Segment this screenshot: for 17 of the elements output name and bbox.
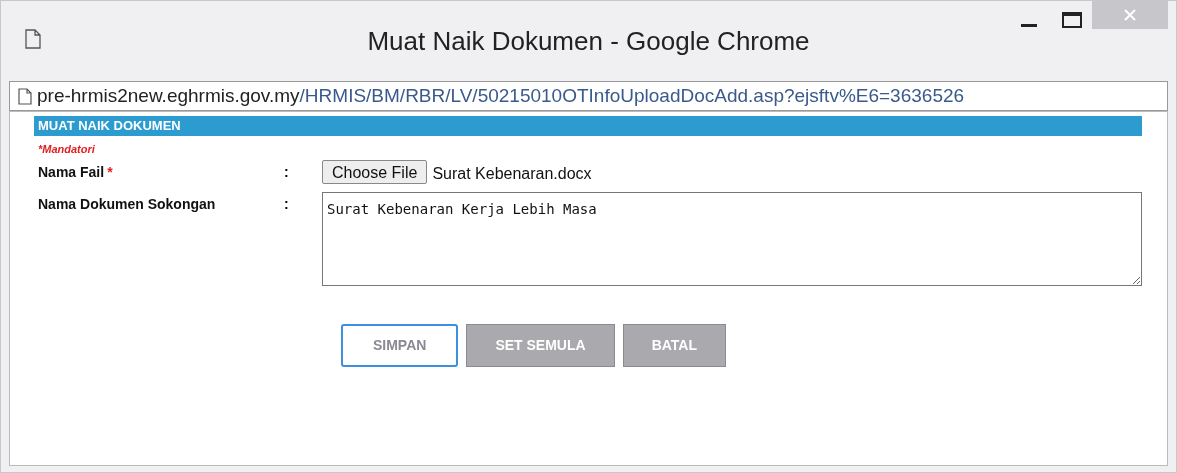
mandatory-note: *Mandatori [38, 142, 96, 157]
field-label: Nama Dokumen Sokongan [38, 195, 216, 212]
required-mark: * [107, 163, 113, 180]
address-bar[interactable]: pre-hrmis2new.eghrmis.gov.my/HRMIS/BM/RBR/LV/50215010OTInfoUploadDocAdd.asp?ejsftv%E6=3636526 [9, 81, 1168, 111]
colon: : [284, 163, 289, 180]
colon: : [284, 195, 289, 212]
panel-header: MUAT NAIK DOKUMEN [34, 116, 1142, 136]
choose-file-button[interactable]: Choose File [322, 159, 428, 184]
field-label: Nama Fail [38, 163, 105, 180]
file-name: Surat Kebenaran.docx [432, 163, 592, 184]
close-icon [1124, 9, 1136, 21]
window-title: Muat Naik Dokumen - Google Chrome [367, 25, 810, 56]
textarea-field[interactable]: Surat Kebenaran Kerja Lebih Masa [322, 191, 1142, 286]
page-icon [18, 87, 32, 105]
page-icon [25, 29, 41, 49]
url-path: /HRMIS/BM/RBR/LV/50215010OTInfoUploadDocAdd.asp?ejsftv%E6=3636526 [299, 83, 965, 108]
url-host: pre-hrmis2new.eghrmis.gov.my [37, 83, 300, 108]
